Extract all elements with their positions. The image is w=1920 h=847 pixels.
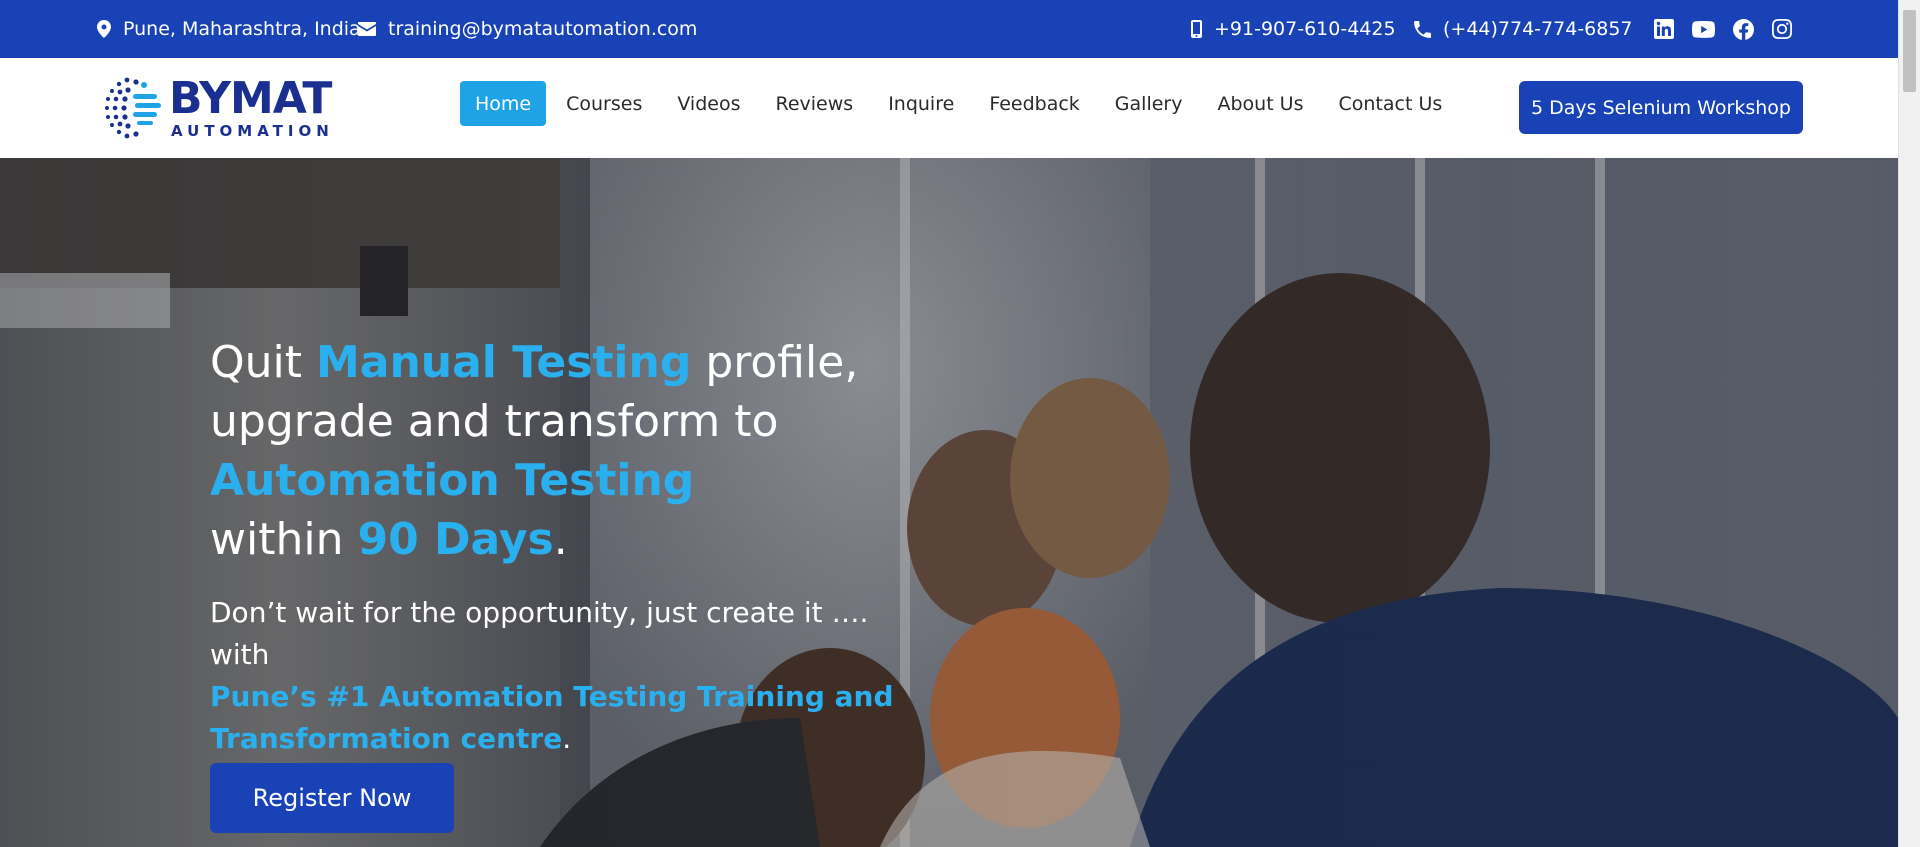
mobile-number[interactable]: +91-907-610-4425: [1214, 18, 1396, 40]
mobile-info[interactable]: +91-907-610-4425: [1191, 0, 1396, 58]
main-navbar: BYMAT AUTOMATION Home Courses Videos Rev…: [0, 58, 1898, 158]
logo-subtitle: AUTOMATION: [171, 121, 334, 140]
headline-highlight-90-days: 90 Days: [357, 514, 554, 565]
phone-number[interactable]: (+44)774-774-6857: [1443, 18, 1633, 40]
top-contact-bar: Pune, Maharashtra, India training@bymata…: [0, 0, 1898, 58]
headline-text: within: [210, 514, 358, 565]
headline-text: upgrade and transform to: [210, 396, 779, 447]
logo-globe-icon: [105, 77, 161, 139]
hero-headline: Quit Manual Testing profile, upgrade and…: [210, 333, 910, 569]
logo-wordmark: BYMAT: [169, 72, 332, 124]
headline-highlight-manual-testing: Manual Testing: [315, 337, 692, 388]
location-info: Pune, Maharashtra, India: [97, 0, 361, 58]
subheadline-highlight: Pune’s #1 Automation Testing Training an…: [210, 680, 894, 755]
nav-item-inquire[interactable]: Inquire: [873, 81, 969, 126]
nav-item-feedback[interactable]: Feedback: [974, 81, 1094, 126]
page-scrollbar[interactable]: [1898, 0, 1920, 847]
linkedin-icon[interactable]: [1654, 19, 1674, 39]
nav-item-about-us[interactable]: About Us: [1202, 81, 1318, 126]
phone-icon: [1414, 20, 1431, 38]
nav-item-gallery[interactable]: Gallery: [1100, 81, 1198, 126]
youtube-icon[interactable]: [1692, 20, 1715, 38]
mobile-phone-icon: [1191, 20, 1202, 38]
headline-text: .: [553, 514, 568, 565]
email-info[interactable]: training@bymatautomation.com: [358, 0, 697, 58]
hero-banner: Quit Manual Testing profile, upgrade and…: [0, 158, 1898, 847]
nav-item-home[interactable]: Home: [460, 81, 547, 126]
facebook-icon[interactable]: [1733, 18, 1754, 40]
nav-menu: Home Courses Videos Reviews Inquire Feed…: [460, 81, 1462, 126]
map-pin-icon: [97, 20, 111, 38]
nav-item-reviews[interactable]: Reviews: [760, 81, 868, 126]
headline-text: profile,: [691, 337, 859, 388]
social-links: [1654, 0, 1792, 58]
nav-item-videos[interactable]: Videos: [662, 81, 755, 126]
subheadline-text: Don’t wait for the opportunity, just cre…: [210, 596, 869, 671]
envelope-icon: [358, 22, 376, 36]
hero-subheadline: Don’t wait for the opportunity, just cre…: [210, 592, 910, 760]
email-link[interactable]: training@bymatautomation.com: [388, 18, 697, 40]
location-text: Pune, Maharashtra, India: [123, 18, 361, 40]
bymat-logo[interactable]: BYMAT AUTOMATION: [97, 72, 347, 144]
phone-info[interactable]: (+44)774-774-6857: [1414, 0, 1633, 58]
register-now-button[interactable]: Register Now: [210, 763, 454, 833]
subheadline-text: .: [562, 722, 572, 755]
headline-text: Quit: [210, 337, 316, 388]
selenium-workshop-button[interactable]: 5 Days Selenium Workshop: [1519, 81, 1803, 134]
nav-item-contact-us[interactable]: Contact Us: [1324, 81, 1458, 126]
scrollbar-thumb[interactable]: [1903, 10, 1916, 92]
instagram-icon[interactable]: [1772, 19, 1792, 39]
headline-highlight-automation-testing: Automation Testing: [210, 455, 695, 506]
nav-item-courses[interactable]: Courses: [551, 81, 657, 126]
